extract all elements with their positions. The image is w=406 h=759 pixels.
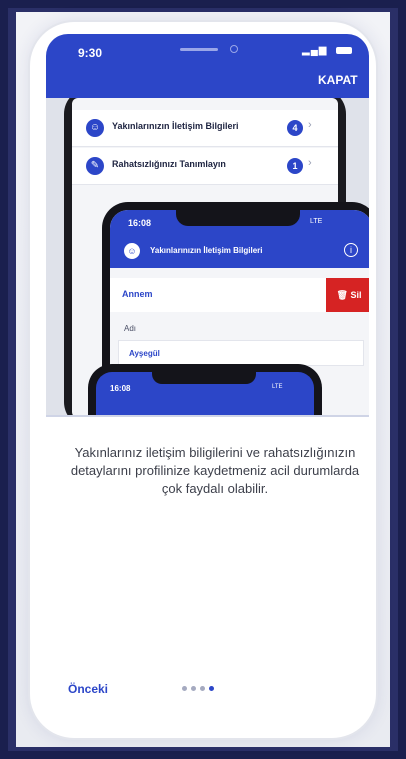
notch xyxy=(152,372,256,384)
page-dot[interactable] xyxy=(191,686,196,691)
field-value: Ayşegül xyxy=(129,349,160,358)
illustration-phone-third: 16:08 LTE xyxy=(88,364,322,415)
phone-screen: 9:30 ▂▄▆ KAPAT ☺ Yakınlarınızın İletişim… xyxy=(46,34,369,706)
illustration-screen-third: 16:08 LTE xyxy=(96,372,314,415)
battery-icon xyxy=(336,47,352,54)
illustration-network: LTE xyxy=(272,384,283,390)
divider xyxy=(46,415,369,417)
signal-icon: ▂▄▆ xyxy=(302,45,328,56)
list-item: ✎ Rahatsızlığınızı Tanımlayın 1 › xyxy=(72,148,338,185)
illustration-header: 16:08 LTE ☺ Yakınlarınızın İletişim Bilg… xyxy=(110,210,369,268)
illustration-time: 16:08 xyxy=(128,218,152,228)
illustration-title: Yakınlarınızın İletişim Bilgileri xyxy=(150,246,263,255)
chevron-right-icon: › xyxy=(308,157,312,169)
chevron-right-icon: › xyxy=(308,119,312,131)
list-item-label: Rahatsızlığınızı Tanımlayın xyxy=(112,159,226,169)
contact-name: Annem xyxy=(122,289,153,299)
notch xyxy=(176,210,300,226)
camera-icon xyxy=(230,45,238,53)
onboarding-illustration: ☺ Yakınlarınızın İletişim Bilgileri 4 › … xyxy=(46,98,369,415)
illustration-network: LTE xyxy=(310,218,323,225)
page-indicator xyxy=(182,686,218,692)
list-item: ☺ Yakınlarınızın İletişim Bilgileri 4 › xyxy=(72,110,338,147)
count-badge: 1 xyxy=(287,158,303,174)
illustration-time: 16:08 xyxy=(110,384,131,393)
people-icon: ☺ xyxy=(124,243,140,259)
people-icon: ☺ xyxy=(86,119,104,137)
info-icon: i xyxy=(344,243,358,257)
page-dot[interactable] xyxy=(182,686,187,691)
pen-icon: ✎ xyxy=(86,157,104,175)
speaker-icon xyxy=(180,48,218,51)
field-label: Adı xyxy=(124,324,137,333)
onboarding-description: Yakınlarınız iletişim biligilerini ve ra… xyxy=(70,445,360,496)
trash-icon: 🗑 xyxy=(336,290,348,300)
page-dot[interactable] xyxy=(200,686,205,691)
page-dot[interactable] xyxy=(209,686,214,691)
count-badge: 4 xyxy=(287,120,303,136)
name-field: Ayşegül xyxy=(118,340,364,366)
close-button[interactable]: KAPAT xyxy=(318,73,358,87)
previous-button[interactable]: Önceki xyxy=(68,682,108,696)
list-item-label: Yakınlarınızın İletişim Bilgileri xyxy=(112,121,239,131)
status-time: 9:30 xyxy=(78,46,103,60)
delete-label: Sil xyxy=(350,290,362,300)
delete-button: 🗑 Sil xyxy=(326,278,369,312)
header-bar: 9:30 ▂▄▆ KAPAT xyxy=(46,34,369,98)
